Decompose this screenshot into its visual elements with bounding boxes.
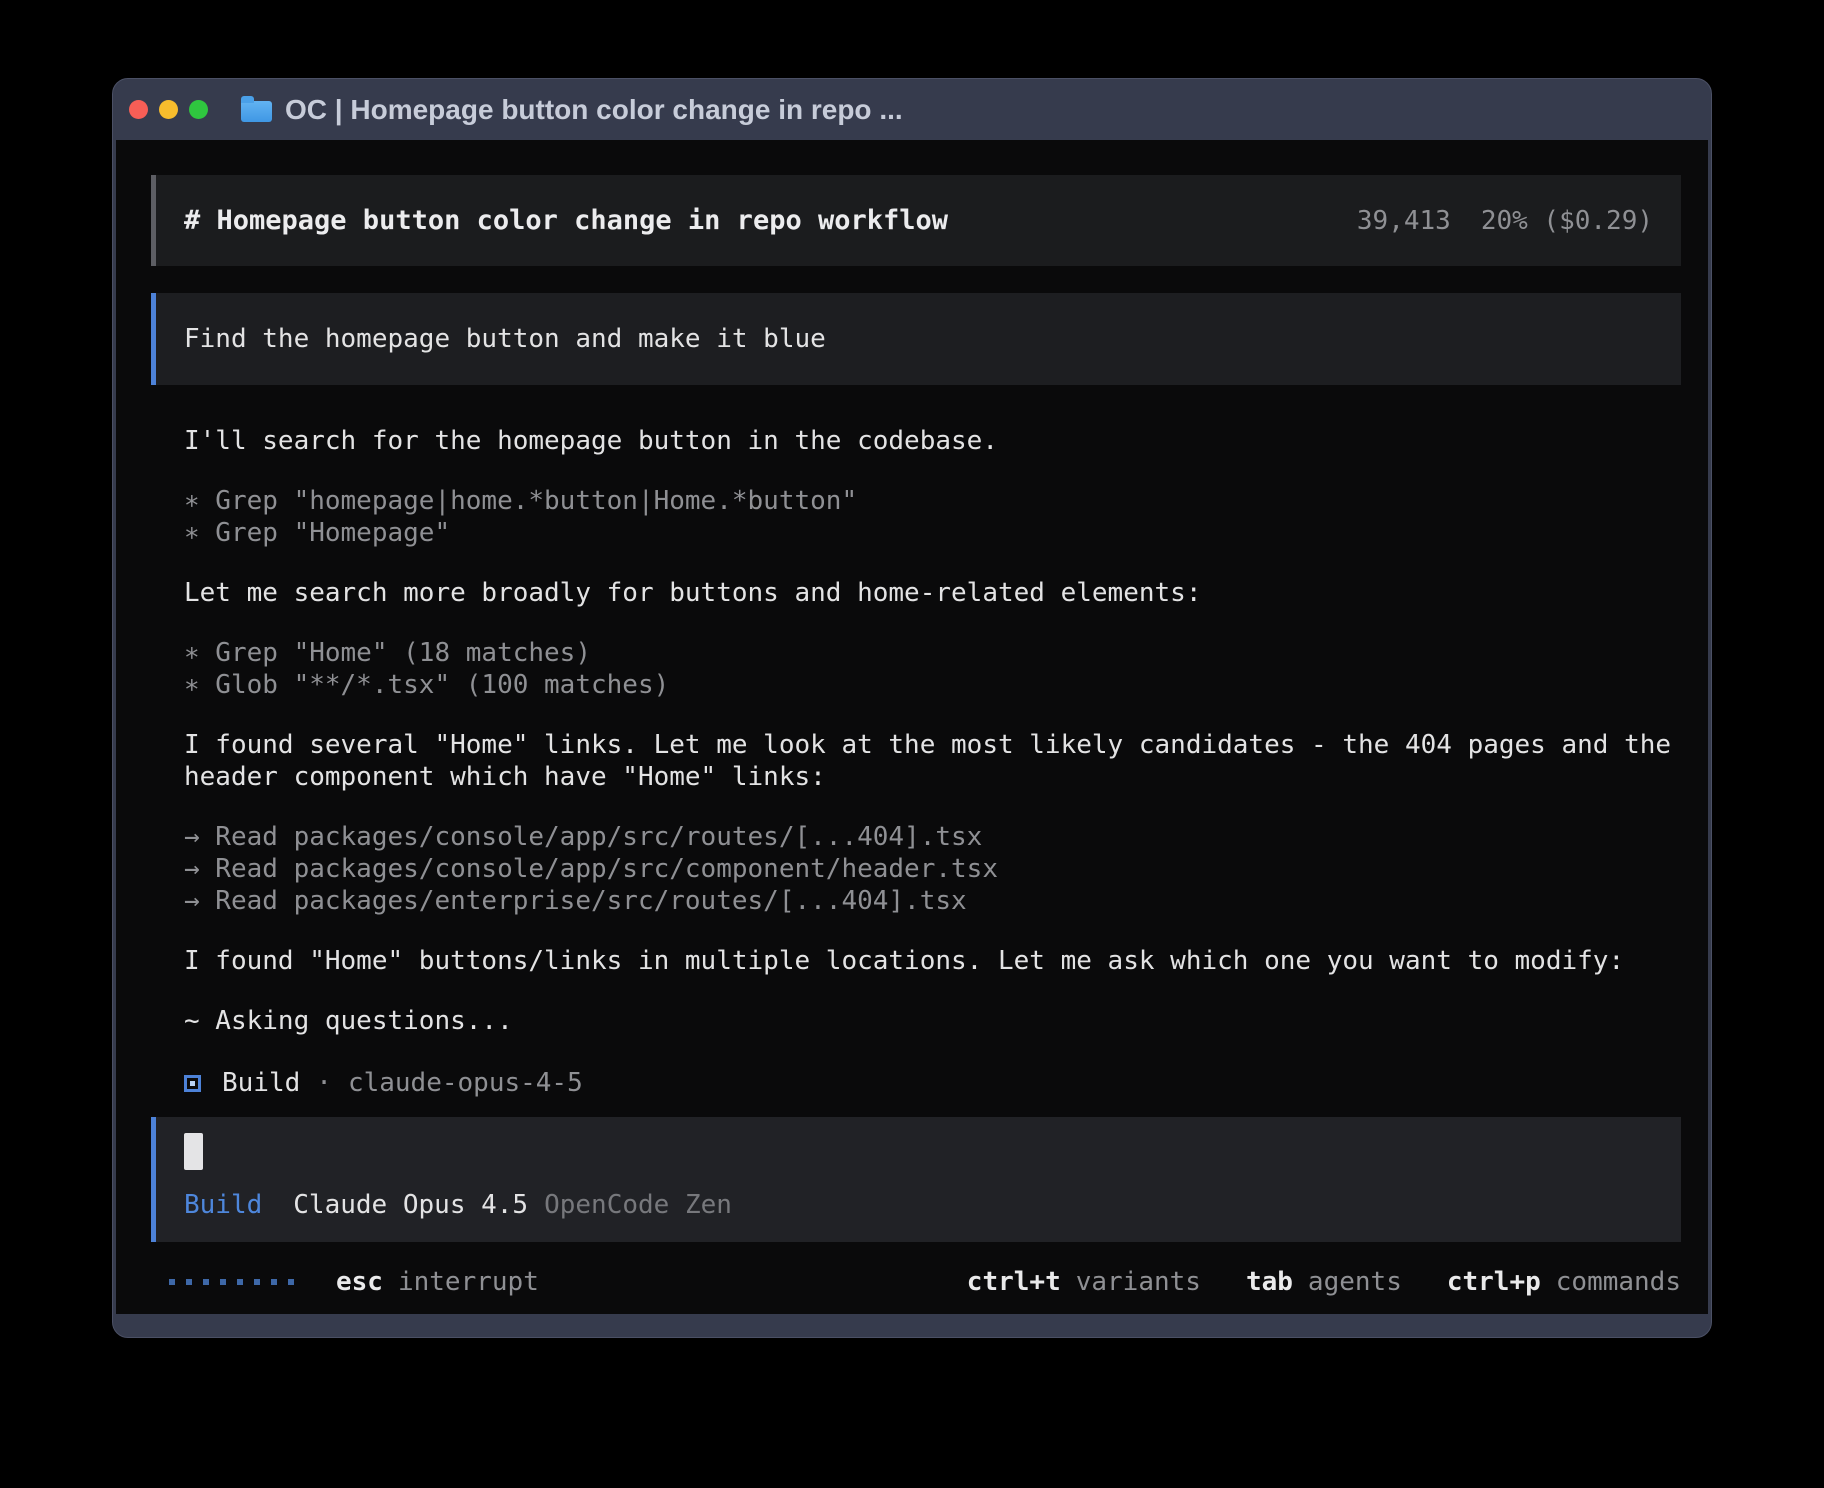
tool-call-grep[interactable]: ∗ Grep "homepage|home.*button|Home.*butt… [184, 485, 1681, 517]
assistant-status: ~ Asking questions... [184, 1005, 1681, 1037]
agent-model: claude-opus-4-5 [348, 1068, 583, 1098]
tool-call-group: → Read packages/console/app/src/routes/[… [151, 821, 1681, 917]
tool-call-group: ∗ Grep "homepage|home.*button|Home.*butt… [151, 485, 1681, 549]
spinner-dot [169, 1279, 175, 1285]
context-usage-cost: 20% ($0.29) [1481, 206, 1653, 236]
separator-dot: · [316, 1068, 332, 1098]
assistant-text: Let me search more broadly for buttons a… [184, 577, 1681, 609]
session-title: # Homepage button color change in repo w… [184, 205, 948, 236]
spinner-dot [186, 1279, 192, 1285]
esc-key-hint: esc [336, 1267, 383, 1297]
prompt-input[interactable]: Build Claude Opus 4.5 OpenCode Zen [151, 1117, 1681, 1242]
token-count: 39,413 [1357, 206, 1451, 236]
session-stats: 39,413 20% ($0.29) [1357, 206, 1653, 236]
window-title: OC | Homepage button color change in rep… [285, 94, 903, 126]
agent-mode-icon [184, 1075, 201, 1092]
spinner-dot [220, 1279, 226, 1285]
tool-call-group: ∗ Grep "Home" (18 matches) ∗ Glob "**/*.… [151, 637, 1681, 701]
folder-icon [241, 101, 272, 122]
tool-call-grep[interactable]: ∗ Grep "Home" (18 matches) [184, 637, 1681, 669]
spinner-dot [271, 1279, 277, 1285]
status-bar: esc interrupt ctrl+t variants tab agents… [151, 1266, 1681, 1298]
key-label: variants [1076, 1267, 1201, 1297]
agent-mode: Build [222, 1068, 300, 1098]
tool-call-grep[interactable]: ∗ Grep "Homepage" [184, 517, 1681, 549]
titlebar[interactable]: OC | Homepage button color change in rep… [113, 79, 1711, 140]
agent-status-line: Build · claude-opus-4-5 [184, 1067, 1681, 1099]
key-combo: ctrl+p [1447, 1267, 1541, 1297]
spinner-dot [254, 1279, 260, 1285]
tool-call-read[interactable]: → Read packages/console/app/src/routes/[… [184, 821, 1681, 853]
key-combo: ctrl+t [967, 1267, 1061, 1297]
key-label: agents [1308, 1267, 1402, 1297]
tool-call-read[interactable]: → Read packages/enterprise/src/routes/[.… [184, 885, 1681, 917]
session-header: # Homepage button color change in repo w… [151, 175, 1681, 266]
spinner-dot [237, 1279, 243, 1285]
keyboard-hint-commands: ctrl+p commands [1447, 1267, 1681, 1297]
window-bottom-edge [113, 1314, 1711, 1337]
input-model-name[interactable]: Claude Opus 4.5 [293, 1190, 528, 1220]
spinner-dot [288, 1279, 294, 1285]
user-message-text: Find the homepage button and make it blu… [184, 324, 826, 354]
assistant-text: I found "Home" buttons/links in multiple… [184, 945, 1681, 977]
status-bar-left: esc interrupt [151, 1267, 539, 1297]
input-status-row: Build Claude Opus 4.5 OpenCode Zen [184, 1190, 1653, 1220]
terminal-content: # Homepage button color change in repo w… [116, 140, 1708, 1314]
keyboard-hint-agents: tab agents [1246, 1267, 1402, 1297]
session-column: # Homepage button color change in repo w… [151, 175, 1681, 1298]
key-combo: tab [1246, 1267, 1293, 1297]
tool-call-read[interactable]: → Read packages/console/app/src/componen… [184, 853, 1681, 885]
keyboard-hint-variants: ctrl+t variants [967, 1267, 1201, 1297]
minimize-button[interactable] [159, 100, 178, 119]
input-agent-mode[interactable]: Build [184, 1190, 262, 1220]
close-button[interactable] [129, 100, 148, 119]
status-bar-right: ctrl+t variants tab agents ctrl+p comman… [922, 1267, 1681, 1297]
assistant-text: header component which have "Home" links… [184, 761, 1681, 793]
user-message: Find the homepage button and make it blu… [151, 293, 1681, 385]
input-provider-name: OpenCode Zen [544, 1190, 732, 1220]
assistant-paragraph: I found several "Home" links. Let me loo… [151, 729, 1681, 793]
tool-call-glob[interactable]: ∗ Glob "**/*.tsx" (100 matches) [184, 669, 1681, 701]
esc-key-label: interrupt [398, 1267, 539, 1297]
terminal-window: OC | Homepage button color change in rep… [112, 78, 1712, 1338]
key-label: commands [1556, 1267, 1681, 1297]
assistant-text: I found several "Home" links. Let me loo… [184, 729, 1681, 761]
text-cursor [184, 1133, 203, 1170]
agent-mode-icon-inner [190, 1081, 195, 1086]
spinner-icon [169, 1279, 294, 1285]
spinner-dot [203, 1279, 209, 1285]
assistant-text: I'll search for the homepage button in t… [184, 425, 1681, 457]
zoom-button[interactable] [189, 100, 208, 119]
